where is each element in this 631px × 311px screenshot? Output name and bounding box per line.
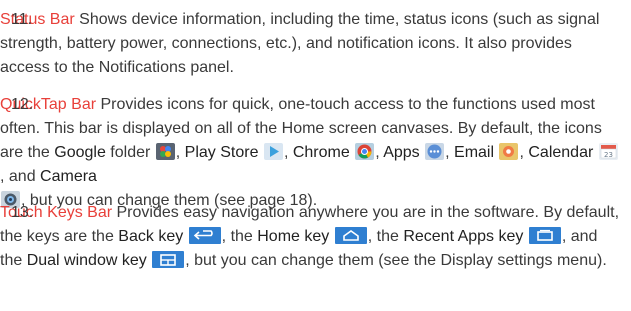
list-item-touch-keys-bar: 13. Touch Keys Bar Provides easy navigat… — [0, 201, 620, 273]
item-number: 11. — [11, 11, 33, 28]
recent-apps-key-term: Recent Apps key — [403, 228, 524, 245]
item-text: , the — [367, 228, 404, 245]
item-text: , — [283, 144, 293, 161]
item-number: 13. — [11, 204, 34, 221]
dual-window-key-icon — [152, 251, 185, 268]
home-key-term: Home key — [257, 228, 330, 245]
play-store-term: Play Store — [184, 144, 259, 161]
back-key-icon — [188, 227, 221, 244]
play-store-icon — [263, 143, 283, 160]
item-text: , — [445, 144, 455, 161]
item-text: , — [375, 144, 384, 161]
calendar-term: Calendar — [528, 144, 594, 161]
item-body: Touch Keys Bar Provides easy navigation … — [0, 201, 620, 273]
item-text: , — [175, 144, 185, 161]
dual-window-key-term: Dual window key — [26, 252, 147, 269]
back-key-term: Back key — [118, 228, 184, 245]
item-text: Shows device information, including the … — [0, 11, 600, 76]
home-key-icon — [334, 227, 367, 244]
email-icon — [499, 143, 519, 160]
item-text: , and — [0, 168, 41, 185]
item-text: , but you can change them (see the Displ… — [185, 252, 607, 269]
chrome-icon — [355, 143, 375, 160]
recent-apps-key-icon — [528, 227, 561, 244]
calendar-icon: 23 — [598, 143, 618, 160]
apps-term: Apps — [383, 144, 420, 161]
svg-text:23: 23 — [604, 151, 613, 159]
manual-page: 11. Status Bar Shows device information,… — [0, 0, 631, 311]
google-term: Google — [54, 144, 106, 161]
google-folder-icon — [155, 143, 175, 160]
apps-icon — [425, 143, 445, 160]
chrome-term: Chrome — [292, 144, 350, 161]
email-term: Email — [454, 144, 495, 161]
camera-term: Camera — [40, 168, 97, 185]
item-text: folder — [105, 144, 155, 161]
list-item-status-bar: 11. Status Bar Shows device information,… — [0, 8, 620, 80]
item-number: 12. — [11, 96, 34, 113]
item-text: , the — [221, 228, 258, 245]
item-body: Status Bar Shows device information, inc… — [0, 8, 620, 80]
list-item-quicktap-bar: 12. QuickTap Bar Provides icons for quic… — [0, 93, 620, 213]
item-body: QuickTap Bar Provides icons for quick, o… — [0, 93, 620, 213]
